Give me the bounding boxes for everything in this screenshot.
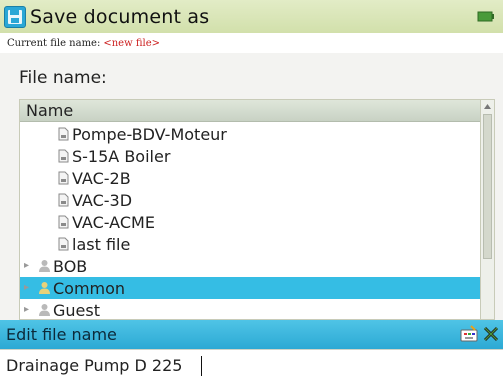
text-caret — [201, 356, 202, 376]
edit-file-name-bar: Edit file name — [0, 320, 503, 349]
file-item-label: VAC-2B — [72, 168, 131, 188]
file-item[interactable]: VAC-2B — [20, 167, 480, 189]
save-dialog: Save document as Current file name: <new… — [0, 0, 503, 381]
current-file-info: Current file name: <new file> — [0, 33, 503, 53]
file-name-label: File name: — [19, 68, 107, 88]
folder-item-bob[interactable]: ▸ BOB — [20, 255, 480, 277]
save-icon — [4, 5, 26, 28]
current-file-name: <new file> — [103, 37, 160, 49]
clear-icon[interactable] — [481, 324, 501, 344]
file-tree[interactable]: Name Pompe-BDV-Moteur S-15A Boiler VAC-2… — [19, 99, 495, 320]
file-item-label: last file — [72, 234, 131, 254]
user-icon — [39, 260, 50, 272]
column-header-name[interactable]: Name — [20, 100, 480, 122]
expand-icon[interactable]: ▸ — [24, 305, 34, 315]
file-item-label: VAC-ACME — [72, 212, 155, 232]
current-file-label: Current file name: — [7, 37, 101, 49]
file-item-label: VAC-3D — [72, 190, 133, 210]
document-icon — [58, 149, 69, 163]
keyboard-icon[interactable] — [459, 324, 479, 344]
user-icon — [39, 304, 50, 316]
document-icon — [58, 193, 69, 207]
file-item[interactable]: S-15A Boiler — [20, 145, 480, 167]
expand-icon[interactable]: ▸ — [24, 261, 34, 271]
battery-icon — [477, 8, 495, 22]
document-icon — [58, 215, 69, 229]
file-item[interactable]: last file — [20, 233, 480, 255]
title-bar: Save document as — [0, 0, 503, 33]
file-name-input-row — [0, 349, 503, 381]
expand-icon[interactable]: ▸ — [24, 283, 34, 293]
file-item[interactable]: Pompe-BDV-Moteur — [20, 123, 480, 145]
document-icon — [58, 171, 69, 185]
folder-item-guest[interactable]: ▸ Guest — [20, 299, 480, 320]
file-item[interactable]: VAC-ACME — [20, 211, 480, 233]
scroll-up-icon[interactable] — [483, 102, 492, 111]
document-icon — [58, 127, 69, 141]
file-name-input[interactable] — [0, 350, 503, 381]
vertical-scrollbar[interactable] — [480, 100, 494, 319]
file-item-label: Pompe-BDV-Moteur — [72, 124, 227, 144]
folder-item-label: Common — [53, 278, 126, 298]
document-icon — [58, 237, 69, 251]
folder-item-common[interactable]: ▸ Common — [20, 277, 480, 299]
folder-item-label: Guest — [53, 300, 100, 320]
scroll-thumb[interactable] — [483, 114, 492, 259]
edit-file-name-label: Edit file name — [6, 325, 117, 344]
folder-item-label: BOB — [53, 256, 88, 276]
file-item[interactable]: VAC-3D — [20, 189, 480, 211]
user-icon — [39, 282, 50, 294]
dialog-title: Save document as — [30, 5, 210, 28]
file-item-label: S-15A Boiler — [72, 146, 171, 166]
